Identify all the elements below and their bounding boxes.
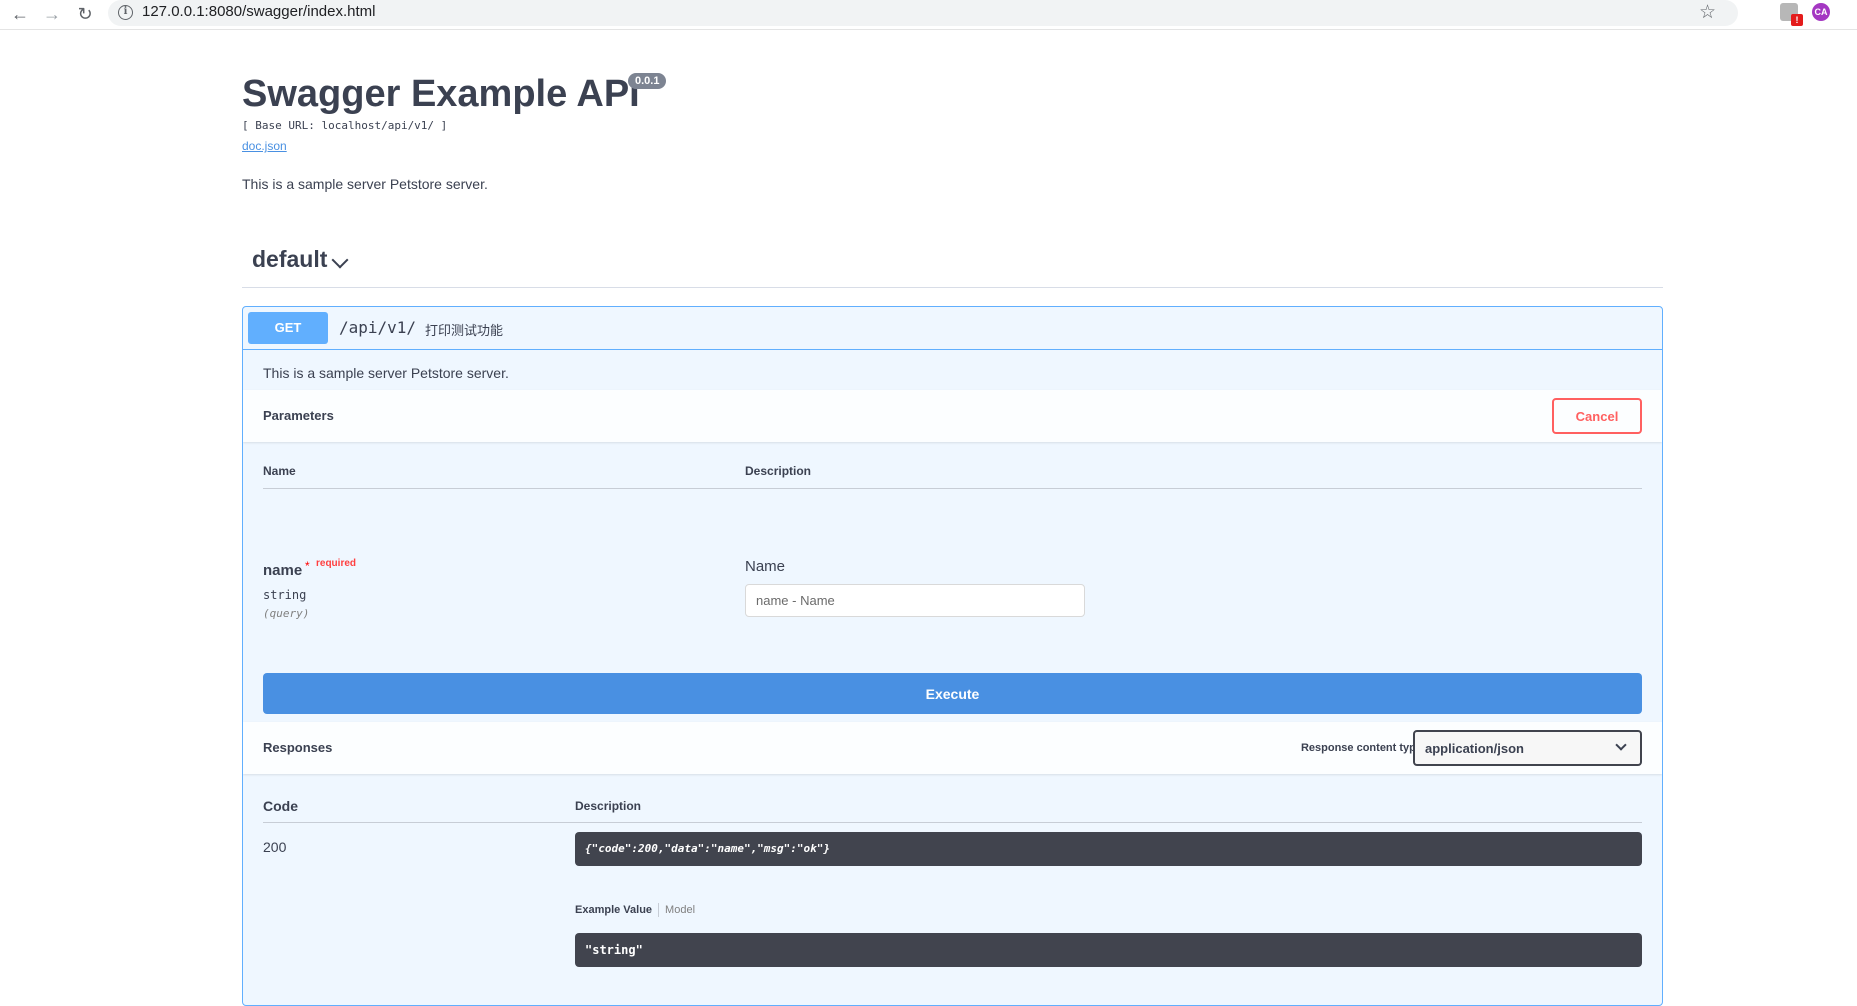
param-type: string <box>263 588 307 602</box>
response-column-code: Code <box>263 798 298 814</box>
browser-toolbar: ← → ↻ i 127.0.0.1:8080/swagger/index.htm… <box>0 0 1857 30</box>
tag-name[interactable]: default <box>252 246 327 273</box>
response-description-code: {"code":200,"data":"name","msg":"ok"} <box>575 832 1642 866</box>
response-code: 200 <box>263 839 287 855</box>
doc-json-link[interactable]: doc.json <box>242 139 287 153</box>
param-location: (query) <box>263 607 310 620</box>
operation-summary[interactable]: GET /api/v1/ 打印测试功能 <box>243 307 1662 350</box>
method-badge: GET <box>248 312 328 344</box>
required-label: required <box>316 558 357 569</box>
example-tabs: Example Value Model <box>575 903 695 917</box>
operation-summary-text: 打印测试功能 <box>425 323 504 338</box>
response-description-text: {"code":200,"data":"name","msg":"ok"} <box>585 842 831 855</box>
base-url: [ Base URL: localhost/api/v1/ ] <box>242 119 448 132</box>
api-title: Swagger Example API <box>242 73 640 115</box>
cancel-button[interactable]: Cancel <box>1552 398 1642 434</box>
required-star: * <box>305 559 310 573</box>
url-text[interactable]: 127.0.0.1:8080/swagger/index.html <box>142 3 376 20</box>
example-value-code: "string" <box>575 933 1642 967</box>
version-badge: 0.0.1 <box>628 73 667 89</box>
extension-icon[interactable]: ! <box>1780 3 1803 26</box>
execute-button[interactable]: Execute <box>263 673 1642 714</box>
response-content-type-select[interactable]: application/json <box>1413 730 1642 766</box>
tab-example-value[interactable]: Example Value <box>575 904 652 916</box>
param-header-divider <box>263 488 1642 489</box>
operation-description: This is a sample server Petstore server. <box>263 365 509 381</box>
param-column-name: Name <box>263 464 296 478</box>
chevron-down-icon[interactable] <box>1615 739 1627 751</box>
response-header-divider <box>263 822 1642 823</box>
swagger-page: Swagger Example API 0.0.1 [ Base URL: lo… <box>0 31 1857 1006</box>
operation-get-api-v1: GET /api/v1/ 打印测试功能 This is a sample ser… <box>242 306 1663 1006</box>
param-column-description: Description <box>745 464 812 478</box>
name-input[interactable] <box>745 584 1085 617</box>
operation-path: /api/v1/ <box>339 318 417 337</box>
tag-header-default[interactable]: default <box>242 246 1663 288</box>
response-content-type-value[interactable]: application/json <box>1425 741 1524 756</box>
forward-arrow-icon[interactable]: → <box>40 3 64 27</box>
reload-icon[interactable]: ↻ <box>73 3 97 27</box>
response-column-description: Description <box>575 799 642 813</box>
info-icon[interactable]: i <box>118 5 133 20</box>
api-description: This is a sample server Petstore server. <box>242 176 488 192</box>
param-name: name <box>263 562 303 579</box>
tab-model[interactable]: Model <box>665 904 695 916</box>
address-bar[interactable]: i 127.0.0.1:8080/swagger/index.html ☆ <box>108 0 1738 26</box>
responses-header: Responses Response content type applicat… <box>243 722 1662 774</box>
chevron-down-icon[interactable] <box>331 251 349 269</box>
response-content-type-label: Response content type <box>1300 742 1422 754</box>
responses-title: Responses <box>263 740 333 755</box>
param-description: Name <box>745 558 786 575</box>
parameters-title: Parameters <box>263 408 334 423</box>
profile-avatar-icon[interactable]: CA <box>1812 3 1830 21</box>
tab-divider <box>658 903 660 917</box>
extension-badge: ! <box>1791 14 1803 26</box>
example-value-text: "string" <box>585 943 643 957</box>
bookmark-star-icon[interactable]: ☆ <box>1699 1 1716 24</box>
parameters-header: Parameters Cancel <box>243 390 1662 442</box>
back-arrow-icon[interactable]: ← <box>8 3 32 27</box>
